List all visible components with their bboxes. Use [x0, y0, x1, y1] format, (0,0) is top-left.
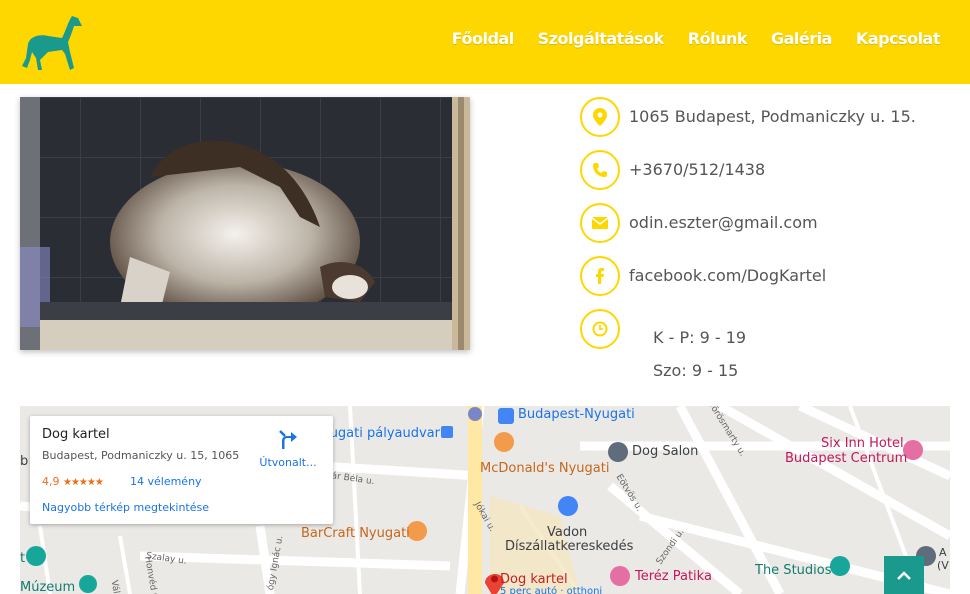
contact-address: 1065 Budapest, Podmaniczky u. 15.: [629, 107, 916, 126]
map-label-vadon-1: Vadon: [547, 525, 588, 540]
contact-facebook-row: facebook.com/DogKartel: [580, 249, 916, 302]
map-label-edge-v: (V: [937, 559, 949, 572]
contact-info: 1065 Budapest, Podmaniczky u. 15. +3670/…: [580, 90, 916, 355]
navbar: Főoldal Szolgáltatások Rólunk Galéria Ka…: [0, 0, 970, 84]
directions-label: Útvonalt...: [259, 456, 317, 469]
map-label-terez: Teréz Patika: [635, 569, 712, 584]
street-val: Vál: [108, 579, 121, 594]
contact-email[interactable]: odin.eszter@gmail.com: [629, 213, 818, 232]
chevron-up-icon: [897, 571, 911, 580]
nav-item-home[interactable]: Főoldal: [452, 29, 514, 48]
map-card-rating: 4,9 ★★★★★: [42, 475, 104, 488]
nav-item-about[interactable]: Rólunk: [688, 29, 748, 48]
map-label-edge-b: b: [20, 454, 29, 469]
contact-hours-row: [580, 302, 916, 355]
hours-saturday: Szo: 9 - 15: [653, 361, 739, 380]
rating-value: 4,9: [42, 475, 60, 488]
envelope-icon: [580, 202, 620, 243]
main-nav: Főoldal Szolgáltatások Rólunk Galéria Ka…: [452, 29, 941, 48]
map-label-barcraft: BarCraft Nyugati: [301, 526, 410, 541]
directions-icon: [279, 430, 297, 449]
map-card-larger-map-link[interactable]: Nagyobb térkép megtekintése: [42, 501, 209, 514]
nav-item-services[interactable]: Szolgáltatások: [538, 29, 665, 48]
contact-address-row: 1065 Budapest, Podmaniczky u. 15.: [580, 90, 916, 143]
opening-hours: K - P: 9 - 19 Szo: 9 - 15: [653, 321, 746, 387]
contact-email-row: odin.eszter@gmail.com: [580, 196, 916, 249]
map-label-station-pu: yugati pályaudvar: [322, 426, 440, 441]
contact-facebook[interactable]: facebook.com/DogKartel: [629, 266, 826, 285]
map-card-reviews-link[interactable]: 14 vélemény: [130, 475, 202, 488]
map-marker-icon: [580, 96, 620, 137]
nav-item-gallery[interactable]: Galéria: [771, 29, 832, 48]
map-label-six-inn-1: Six Inn Hotel: [821, 436, 904, 451]
map-label-dog-kartel[interactable]: Dog kartel: [500, 572, 568, 587]
map-card-address: Budapest, Podmaniczky u. 15, 1065: [42, 449, 240, 462]
map-label-vadon-2: Díszállatkereskedés: [505, 539, 634, 554]
map-card-title: Dog kartel: [42, 427, 110, 442]
map-label-dog-kartel-sub: 5 perc autó · otthoni: [500, 586, 603, 594]
map-label-edge-t: t: [20, 551, 26, 566]
map-label-six-inn-2: Budapest Centrum: [785, 451, 908, 466]
contact-phone-row: +3670/512/1438: [580, 143, 916, 196]
contact-phone[interactable]: +3670/512/1438: [629, 160, 765, 179]
rating-stars-icon: ★★★★★: [63, 477, 104, 488]
phone-icon: [580, 149, 620, 190]
map-label-mcdonalds: McDonald's Nyugati: [480, 461, 610, 476]
map-label-muzeum: Múzeum: [20, 580, 76, 594]
hours-weekday: K - P: 9 - 19: [653, 328, 747, 347]
dog-bath-photo: [20, 97, 470, 350]
facebook-icon: [580, 255, 620, 296]
map-label-station: Budapest-Nyugati: [518, 407, 635, 422]
map-info-card: Dog kartel Budapest, Podmaniczky u. 15, …: [30, 416, 333, 524]
nav-item-contact[interactable]: Kapcsolat: [856, 29, 941, 48]
map-label-dog-salon: Dog Salon: [632, 444, 699, 459]
greyhound-logo-icon[interactable]: [18, 12, 84, 72]
clock-icon: [580, 308, 620, 349]
map-label-studios: The Studios: [755, 563, 832, 578]
directions-button[interactable]: Útvonalt...: [256, 428, 320, 469]
map-label-edge-a: A: [939, 546, 947, 559]
scroll-to-top-button[interactable]: [884, 556, 924, 594]
